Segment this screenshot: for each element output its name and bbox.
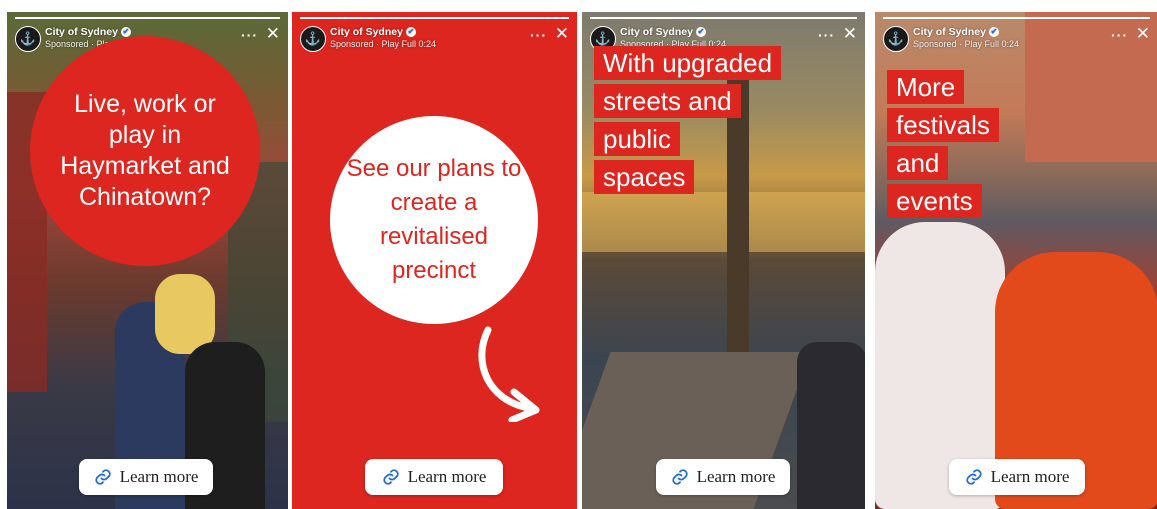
close-icon[interactable]: ✕ [843,25,857,43]
sponsored-label[interactable]: Sponsored · Play Full 0:24 [913,39,1019,49]
learn-more-button[interactable]: Learn more [79,459,213,495]
headline-circle: Live, work or play in Haymarket and Chin… [30,36,260,266]
verified-badge-icon: ✔ [695,27,706,37]
more-options-icon[interactable]: ··· [1111,27,1128,43]
city-of-sydney-logo-icon[interactable]: ⚓ [883,26,909,52]
more-options-icon[interactable]: ··· [818,27,835,43]
headline-line: festivals [887,108,999,142]
verified-badge-icon: ✔ [120,27,131,37]
headline-line: public [594,122,680,156]
sponsored-label[interactable]: Sponsored · Play Full 0:24 [330,39,436,49]
story-header: ⚓ City of Sydney ✔ Sponsored · Play Full … [300,25,569,53]
story-card-3[interactable]: ⚓ City of Sydney ✔ Sponsored · Play Full … [582,12,865,509]
verified-badge-icon: ✔ [988,27,999,37]
story-progress-bar [883,17,1150,19]
account-name-label[interactable]: City of Sydney [913,26,986,38]
account-name-label[interactable]: City of Sydney [620,26,693,38]
headline-line: spaces [594,160,695,194]
learn-more-label: Learn more [990,467,1070,486]
headline-line: and [887,146,949,180]
more-options-icon[interactable]: ··· [530,27,547,43]
account-name[interactable]: City of Sydney ✔ [620,26,706,38]
headline-line: streets and [594,84,741,118]
account-name[interactable]: City of Sydney ✔ [913,26,999,38]
background-lanterns [582,192,865,252]
city-of-sydney-logo-icon[interactable]: ⚓ [15,26,41,52]
city-of-sydney-logo-icon[interactable]: ⚓ [300,26,326,52]
headline-line: With upgraded [594,46,782,80]
headline-circle: See our plans to create a revitalised pr… [330,116,538,324]
close-icon[interactable]: ✕ [1136,25,1150,43]
account-name[interactable]: City of Sydney ✔ [45,26,131,38]
link-icon [382,469,399,485]
close-icon[interactable]: ✕ [266,25,280,43]
learn-more-label: Learn more [696,467,776,486]
link-icon [671,469,688,485]
story-progress-bar [590,17,857,19]
learn-more-button[interactable]: Learn more [365,459,503,495]
headline-line: events [887,184,982,218]
account-name[interactable]: City of Sydney ✔ [330,26,416,38]
photo-person-child [155,274,215,354]
story-progress-bar [15,17,280,19]
headline-text: See our plans to create a revitalised pr… [346,155,522,284]
more-options-icon[interactable]: ··· [241,27,258,43]
headline-tags: More festivals and events [887,70,999,222]
learn-more-label: Learn more [119,467,199,486]
learn-more-label: Learn more [407,467,487,486]
curved-arrow-icon [478,326,540,422]
headline-line: More [887,70,965,104]
verified-badge-icon: ✔ [405,27,416,37]
account-name-label[interactable]: City of Sydney [45,26,118,38]
account-name-label[interactable]: City of Sydney [330,26,403,38]
headline-tags: With upgraded streets and public spaces [594,46,782,198]
story-card-1[interactable]: ⚓ City of Sydney ✔ Sponsored · Play Full … [7,12,288,509]
close-icon[interactable]: ✕ [555,25,569,43]
photo-diners [797,342,865,509]
story-header: ⚓ City of Sydney ✔ Sponsored · Play Full … [883,25,1150,53]
link-icon [965,469,982,485]
story-card-4[interactable]: ⚓ City of Sydney ✔ Sponsored · Play Full … [875,12,1157,509]
link-icon [94,469,111,485]
story-progress-bar [300,17,569,19]
story-card-2[interactable]: ⚓ City of Sydney ✔ Sponsored · Play Full … [292,12,577,509]
learn-more-button[interactable]: Learn more [949,459,1085,495]
learn-more-button[interactable]: Learn more [656,459,790,495]
headline-text: Live, work or play in Haymarket and Chin… [60,90,230,211]
